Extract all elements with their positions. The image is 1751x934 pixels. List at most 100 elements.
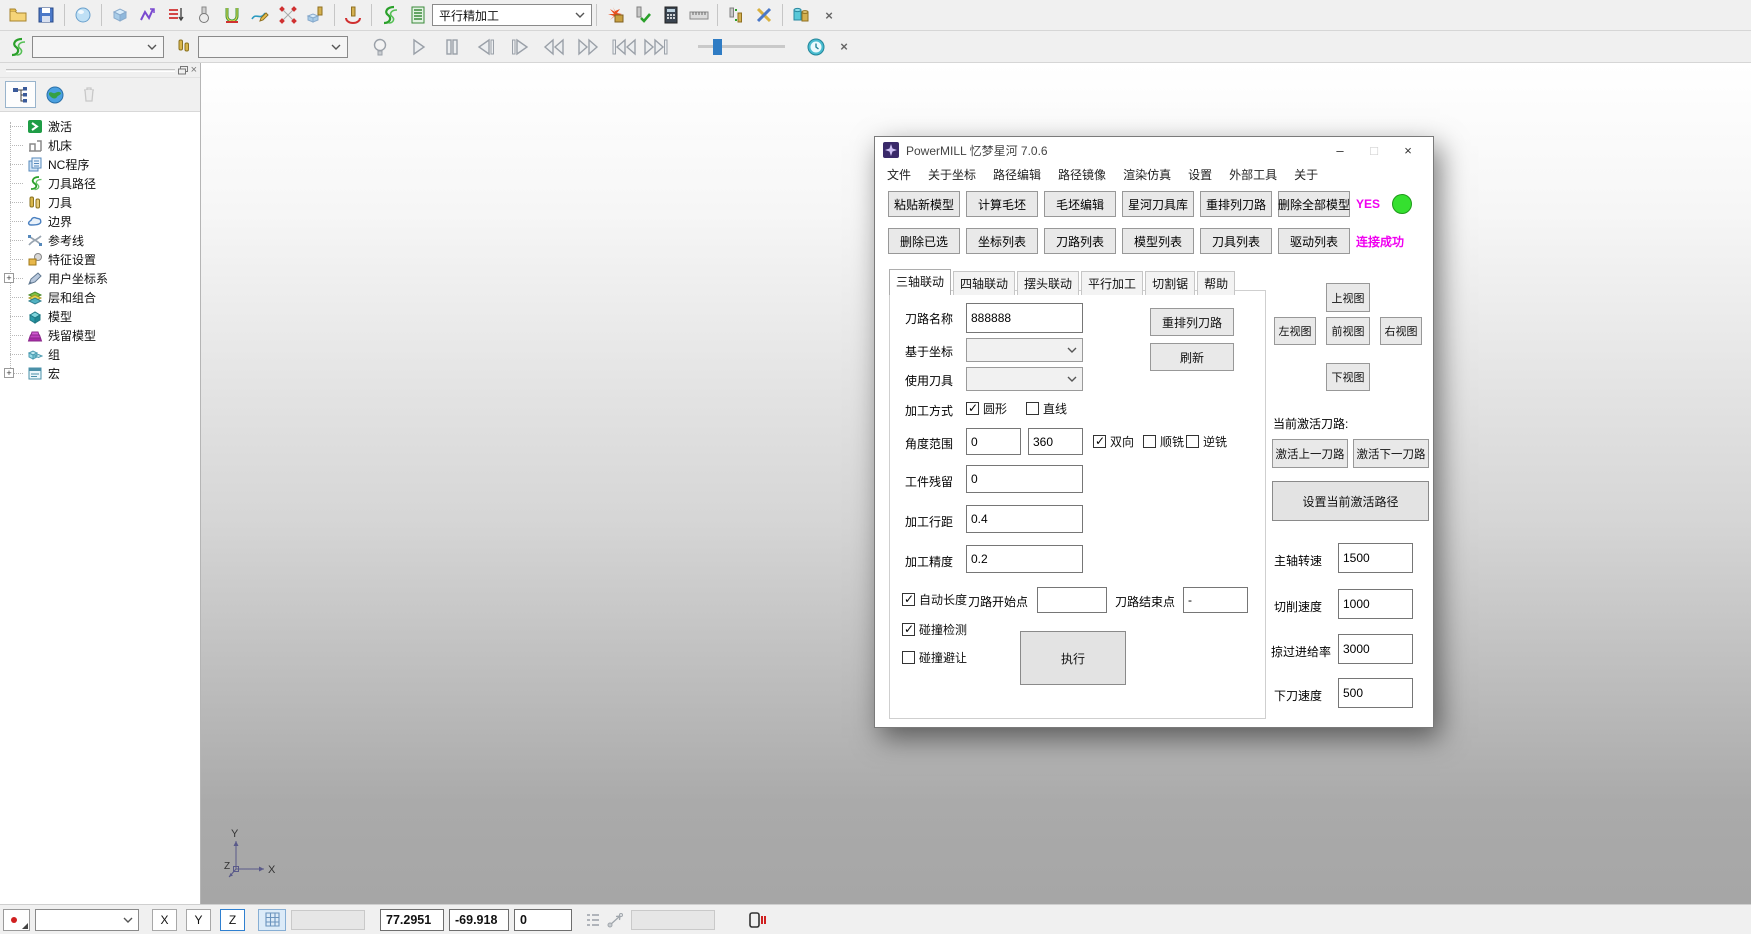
statusbar-field-1[interactable]: [291, 910, 365, 930]
slider-handle[interactable]: [713, 39, 722, 55]
menu-external-tools[interactable]: 外部工具: [1229, 166, 1277, 183]
circle-checkbox[interactable]: 圆形: [966, 400, 1007, 417]
stock-lines-icon[interactable]: [162, 2, 190, 28]
play-icon[interactable]: [404, 34, 432, 60]
tool-pair-icon[interactable]: [722, 2, 750, 28]
tab-explorer-trash[interactable]: [73, 81, 104, 108]
xyz-list-icon[interactable]: [585, 912, 601, 928]
bidirectional-checkbox[interactable]: 双向: [1093, 433, 1134, 450]
statusbar-field-2[interactable]: [631, 910, 715, 930]
spiral-icon[interactable]: [4, 34, 32, 60]
block-tool-icon[interactable]: [302, 2, 330, 28]
bulb-icon[interactable]: [366, 34, 394, 60]
auto-length-checkbox[interactable]: 自动长度: [902, 591, 967, 608]
maximize-icon[interactable]: □: [1357, 143, 1391, 158]
delete-all-models-button[interactable]: 删除全部模型: [1278, 191, 1350, 217]
view-right-button[interactable]: 右视图: [1380, 317, 1422, 345]
open-folder-icon[interactable]: [4, 2, 32, 28]
menu-path-mirror[interactable]: 路径镜像: [1058, 166, 1106, 183]
sphere-icon[interactable]: [69, 2, 97, 28]
cylinders-icon[interactable]: [787, 2, 815, 28]
calculator-icon[interactable]: [657, 2, 685, 28]
use-tool-dropdown[interactable]: [966, 367, 1083, 391]
strategy-combobox[interactable]: 平行精加工: [432, 4, 592, 26]
pause-icon[interactable]: [438, 34, 466, 60]
tree-item-groups[interactable]: 组: [0, 345, 200, 364]
tree-item-levels-and-sets[interactable]: 层和组合: [0, 288, 200, 307]
end-point-input[interactable]: [1183, 587, 1248, 613]
grid-toggle-button[interactable]: [258, 909, 286, 931]
tab-4axis[interactable]: 四轴联动: [953, 271, 1015, 295]
tree-item-boundaries[interactable]: 边界: [0, 212, 200, 231]
tolerance-input[interactable]: [966, 545, 1083, 573]
tool-check-icon[interactable]: [629, 2, 657, 28]
menu-settings[interactable]: 设置: [1188, 166, 1212, 183]
sim-tool-combobox[interactable]: [198, 36, 348, 58]
activate-next-toolpath-button[interactable]: 激活下一刀路: [1353, 439, 1429, 468]
menu-render-sim[interactable]: 渲染仿真: [1123, 166, 1171, 183]
fast-forward-icon[interactable]: [574, 34, 602, 60]
angle-to-input[interactable]: [1028, 428, 1083, 455]
expand-icon[interactable]: +: [4, 273, 14, 283]
expand-icon[interactable]: +: [4, 368, 14, 378]
panel-drag-handle[interactable]: [6, 69, 175, 72]
point-diamonds-icon[interactable]: [274, 2, 302, 28]
step-back-icon[interactable]: [472, 34, 500, 60]
view-bottom-button[interactable]: 下视图: [1326, 363, 1370, 391]
float-panel-icon[interactable]: [178, 66, 188, 75]
toolbar-close-icon[interactable]: ×: [815, 2, 843, 28]
stock-remain-input[interactable]: [966, 465, 1083, 493]
start-point-input[interactable]: [1037, 587, 1107, 613]
contact-arc-icon[interactable]: [339, 2, 367, 28]
calc-stock-button[interactable]: 计算毛坯: [966, 191, 1038, 217]
tab-help[interactable]: 帮助: [1197, 271, 1235, 295]
tree-item-stock-models[interactable]: 残留模型: [0, 326, 200, 345]
tool-library-button[interactable]: 星河刀具库: [1122, 191, 1194, 217]
clock-icon[interactable]: [802, 34, 830, 60]
conventional-mill-checkbox[interactable]: 逆铣: [1186, 433, 1227, 450]
tab-swivel-head[interactable]: 摆头联动: [1017, 271, 1079, 295]
tool-list-button[interactable]: 刀具列表: [1200, 228, 1272, 254]
menu-path-edit[interactable]: 路径编辑: [993, 166, 1041, 183]
simulation-speed-slider[interactable]: [698, 39, 794, 55]
menu-about-coords[interactable]: 关于坐标: [928, 166, 976, 183]
refresh-button[interactable]: 刷新: [1150, 343, 1234, 371]
axis-y-button[interactable]: Y: [186, 909, 211, 931]
view-left-button[interactable]: 左视图: [1274, 317, 1316, 345]
tab-3axis[interactable]: 三轴联动: [889, 269, 951, 295]
sim-toolpath-combobox[interactable]: [32, 36, 164, 58]
rearrange-button[interactable]: 重排列刀路: [1150, 308, 1234, 336]
toolpath-zigzag-icon[interactable]: [134, 2, 162, 28]
curve-pencil-icon[interactable]: [246, 2, 274, 28]
view-top-button[interactable]: 上视图: [1326, 283, 1370, 312]
execute-button[interactable]: 执行: [1020, 631, 1126, 685]
go-end-icon[interactable]: [640, 34, 672, 60]
tab-saw[interactable]: 切割锯: [1145, 271, 1195, 295]
tree-item-macros[interactable]: + 宏: [0, 364, 200, 383]
toolpath-name-input[interactable]: [966, 303, 1083, 333]
rewind-icon[interactable]: [540, 34, 568, 60]
cross-tools-icon[interactable]: [750, 2, 778, 28]
toolbar-close-icon[interactable]: ×: [830, 34, 858, 60]
line-checkbox[interactable]: 直线: [1026, 400, 1067, 417]
ball-tool-icon[interactable]: [190, 2, 218, 28]
panel-close-icon[interactable]: ×: [191, 64, 197, 76]
step-forward-icon[interactable]: [506, 34, 534, 60]
strategy-list-icon[interactable]: [404, 2, 432, 28]
block-icon[interactable]: [106, 2, 134, 28]
save-icon[interactable]: [32, 2, 60, 28]
activate-prev-toolpath-button[interactable]: 激活上一刀路: [1272, 439, 1348, 468]
rearrange-toolpaths-button[interactable]: 重排列刀路: [1200, 191, 1272, 217]
based-coord-dropdown[interactable]: [966, 338, 1083, 362]
model-list-button[interactable]: 模型列表: [1122, 228, 1194, 254]
climb-mill-checkbox[interactable]: 顺铣: [1143, 433, 1184, 450]
angle-from-input[interactable]: [966, 428, 1021, 455]
spindle-speed-input[interactable]: [1338, 543, 1413, 573]
tree-item-activate[interactable]: 激活: [0, 117, 200, 136]
tab-parallel[interactable]: 平行加工: [1081, 271, 1143, 295]
spiral-icon[interactable]: [376, 2, 404, 28]
drive-list-button[interactable]: 驱动列表: [1278, 228, 1350, 254]
view-front-button[interactable]: 前视图: [1326, 317, 1370, 345]
tab-explorer-tree[interactable]: [5, 81, 36, 108]
jog-compass-icon[interactable]: [606, 911, 626, 929]
